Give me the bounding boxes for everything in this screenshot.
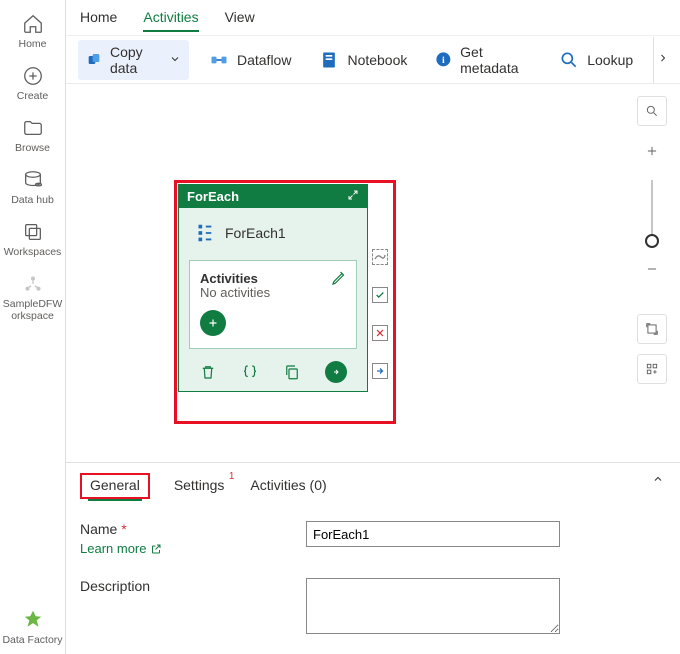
copy-data-icon xyxy=(86,50,102,70)
required-asterisk: * xyxy=(121,521,126,537)
activity-header[interactable]: ForEach xyxy=(179,185,367,208)
port-completion[interactable] xyxy=(372,363,388,379)
chevron-right-icon xyxy=(657,52,669,67)
settings-badge: 1 xyxy=(229,471,235,482)
data-factory-icon xyxy=(20,606,46,632)
pencil-icon[interactable] xyxy=(330,269,348,287)
pipeline-canvas[interactable]: ForEach ForEach1 Activities No activitie… xyxy=(66,84,680,462)
activity-title-row: ForEach1 xyxy=(179,208,367,254)
folder-icon xyxy=(21,116,45,140)
rail-label: Workspaces xyxy=(4,246,62,258)
rail-label: Data Factory xyxy=(2,634,62,646)
rail-label: Home xyxy=(18,38,46,50)
canvas-controls xyxy=(634,96,670,384)
learn-more-text: Learn more xyxy=(80,541,146,556)
description-input[interactable] xyxy=(306,578,560,634)
chevron-down-icon xyxy=(169,52,181,68)
expand-icon[interactable] xyxy=(347,189,359,204)
getmetadata-label: Get metadata xyxy=(460,44,531,76)
zoom-thumb[interactable] xyxy=(645,234,659,248)
info-icon: i xyxy=(435,50,452,70)
left-rail: Home Create Browse Data hub Workspaces S… xyxy=(0,0,66,654)
lookup-button[interactable]: Lookup xyxy=(551,46,641,74)
inner-subtitle: No activities xyxy=(200,285,346,300)
description-row: Description xyxy=(80,578,666,634)
dataflow-button[interactable]: Dataflow xyxy=(201,46,299,74)
braces-icon[interactable] xyxy=(241,363,259,381)
rail-create[interactable]: Create xyxy=(0,58,65,110)
tab-home[interactable]: Home xyxy=(80,3,117,32)
tab-settings[interactable]: Settings 1 xyxy=(172,473,227,499)
rail-label: Data hub xyxy=(11,194,54,206)
database-icon xyxy=(21,168,45,192)
workspace-node-icon xyxy=(21,272,45,296)
tab-activities[interactable]: Activities xyxy=(143,3,198,32)
external-link-icon xyxy=(150,543,162,555)
rail-workspaces[interactable]: Workspaces xyxy=(0,214,65,266)
port-fail[interactable] xyxy=(372,325,388,341)
name-label: Name * xyxy=(80,521,306,537)
rail-browse[interactable]: Browse xyxy=(0,110,65,162)
inner-title: Activities xyxy=(200,271,346,286)
foreach-icon xyxy=(193,222,215,244)
activities-toolbar: Copy data Dataflow Notebook i Get metada… xyxy=(66,36,680,84)
activity-footer xyxy=(179,355,367,391)
rail-label: Create xyxy=(17,90,49,102)
description-label: Description xyxy=(80,578,306,594)
learn-more-link[interactable]: Learn more xyxy=(80,541,162,556)
copy-icon[interactable] xyxy=(283,363,301,381)
tab-general-highlight: General xyxy=(80,473,150,499)
collapse-panel-icon[interactable] xyxy=(652,473,664,488)
tab-view[interactable]: View xyxy=(225,3,255,32)
activity-foreach[interactable]: ForEach ForEach1 Activities No activitie… xyxy=(178,184,368,392)
name-row: Name * Learn more xyxy=(80,521,666,556)
top-tabs: Home Activities View xyxy=(66,0,680,36)
workspaces-icon xyxy=(21,220,45,244)
fit-screen-button[interactable] xyxy=(637,314,667,344)
main: Home Activities View Copy data Dataflow … xyxy=(66,0,680,654)
plus-circle-icon xyxy=(21,64,45,88)
port-success[interactable] xyxy=(372,287,388,303)
name-label-text: Name xyxy=(80,521,117,537)
rail-label: Browse xyxy=(15,142,50,154)
tab-activities[interactable]: Activities (0) xyxy=(248,473,328,499)
copy-data-label: Copy data xyxy=(110,44,161,76)
toolbar-scroll-right[interactable] xyxy=(653,37,672,83)
output-ports xyxy=(372,249,392,379)
notebook-button[interactable]: Notebook xyxy=(311,46,415,74)
home-icon xyxy=(21,12,45,36)
search-canvas-button[interactable] xyxy=(637,96,667,126)
zoom-in-button[interactable] xyxy=(637,136,667,166)
tab-settings-label: Settings xyxy=(174,477,225,493)
rail-datafactory[interactable]: Data Factory xyxy=(0,600,65,654)
zoom-slider[interactable] xyxy=(651,180,653,240)
zoom-out-button[interactable] xyxy=(637,254,667,284)
activity-name: ForEach1 xyxy=(225,225,286,241)
rail-home[interactable]: Home xyxy=(0,6,65,58)
dataflow-label: Dataflow xyxy=(237,52,291,68)
run-icon[interactable] xyxy=(325,361,347,383)
add-activity-button[interactable] xyxy=(200,310,226,336)
trash-icon[interactable] xyxy=(199,363,217,381)
getmetadata-button[interactable]: i Get metadata xyxy=(427,40,539,80)
activity-type-label: ForEach xyxy=(187,189,239,204)
notebook-icon xyxy=(319,50,339,70)
auto-align-button[interactable] xyxy=(637,354,667,384)
rail-sample-workspace[interactable]: SampleDFW orkspace xyxy=(0,266,65,330)
rail-datahub[interactable]: Data hub xyxy=(0,162,65,214)
dataflow-icon xyxy=(209,50,229,70)
port-skip[interactable] xyxy=(372,249,388,265)
notebook-label: Notebook xyxy=(347,52,407,68)
properties-panel: General Settings 1 Activities (0) Name *… xyxy=(66,462,680,654)
properties-tabs: General Settings 1 Activities (0) xyxy=(80,463,666,499)
copy-data-button[interactable]: Copy data xyxy=(78,40,189,80)
tab-general[interactable]: General xyxy=(88,473,142,501)
svg-text:i: i xyxy=(442,55,445,66)
rail-label: SampleDFW orkspace xyxy=(3,298,63,322)
lookup-icon xyxy=(559,50,579,70)
lookup-label: Lookup xyxy=(587,52,633,68)
name-input[interactable] xyxy=(306,521,560,547)
inner-activities-box[interactable]: Activities No activities xyxy=(189,260,357,349)
